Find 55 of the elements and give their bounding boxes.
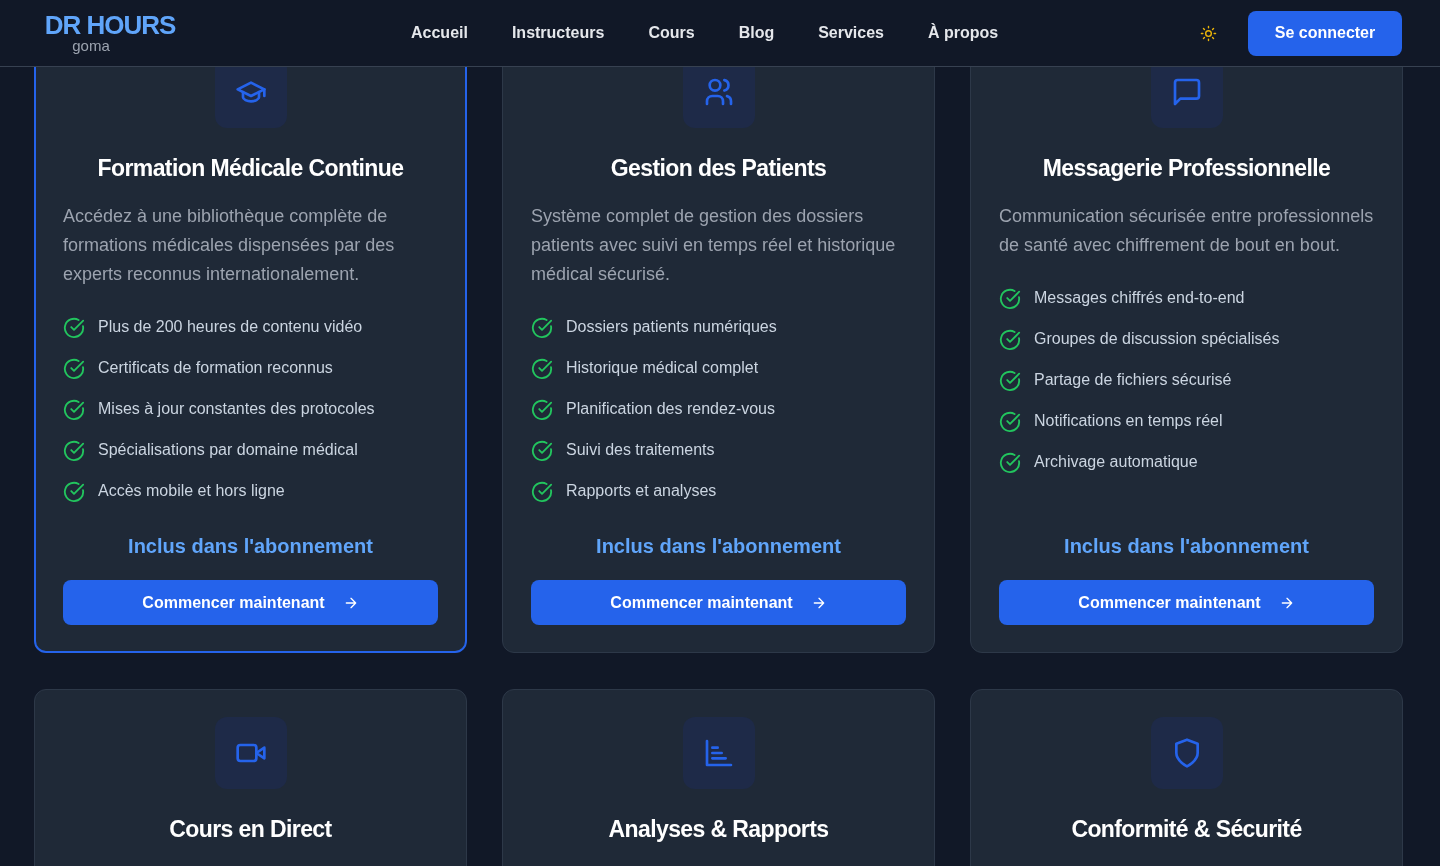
- feature-text: Spécialisations par domaine médical: [98, 439, 358, 460]
- sun-icon[interactable]: [1200, 24, 1217, 42]
- check-circle-icon: [63, 399, 85, 421]
- check-circle-icon: [999, 452, 1021, 474]
- check-circle-icon: [999, 288, 1021, 310]
- nav-link[interactable]: À propos: [928, 24, 999, 42]
- start-button[interactable]: Commencer maintenant: [999, 580, 1374, 625]
- check-circle-icon: [999, 370, 1021, 392]
- logo-text[interactable]: DR HOURS: [44, 11, 176, 38]
- nav-link[interactable]: Accueil: [411, 24, 468, 42]
- check-circle-icon: [63, 317, 85, 339]
- card-title: Analyses & Rapports: [608, 816, 829, 843]
- feature-text: Partage de fichiers sécurisé: [1034, 369, 1232, 390]
- feature-text: Mises à jour constantes des protocoles: [98, 398, 375, 419]
- start-button[interactable]: Commencer maintenant: [531, 580, 906, 625]
- pricing-label: Inclus dans l'abonnement: [596, 534, 841, 558]
- check-circle-icon: [999, 411, 1021, 433]
- nav-link[interactable]: Instructeurs: [511, 24, 605, 42]
- card-title: Cours en Direct: [169, 816, 332, 843]
- check-circle-icon: [63, 358, 85, 380]
- card-description: Système complet de gestion des dossiers patients avec suivi en temps réel et historique médical sécurisé.: [531, 205, 897, 286]
- pricing-label: Inclus dans l'abonnement: [1064, 534, 1309, 558]
- check-circle-icon: [999, 329, 1021, 351]
- feature-text: Rapports et analyses: [566, 480, 717, 501]
- check-circle-icon: [531, 440, 553, 462]
- card-title: Messagerie Professionnelle: [1042, 155, 1331, 182]
- card-description: Accédez à une bibliothèque complète de formations médicales dispensées par des experts reconnus internationalement.: [63, 205, 396, 286]
- check-circle-icon: [531, 399, 553, 421]
- nav-link[interactable]: Blog: [738, 24, 775, 42]
- feature-text: Certificats de formation reconnus: [98, 357, 333, 378]
- feature-text: Accès mobile et hors ligne: [98, 480, 285, 501]
- feature-text: Groupes de discussion spécialisés: [1034, 328, 1280, 349]
- check-circle-icon: [63, 440, 85, 462]
- start-button[interactable]: Commencer maintenant: [63, 580, 438, 625]
- login-button[interactable]: Se connecter: [1248, 10, 1402, 56]
- card-title: Formation Médicale Continue: [97, 155, 404, 182]
- check-circle-icon: [531, 358, 553, 380]
- feature-text: Messages chiffrés end-to-end: [1034, 287, 1245, 308]
- feature-text: Suivi des traitements: [566, 439, 715, 460]
- feature-text: Dossiers patients numériques: [566, 316, 777, 337]
- card-title: Gestion des Patients: [610, 155, 827, 182]
- check-circle-icon: [531, 317, 553, 339]
- feature-text: Archivage automatique: [1034, 451, 1198, 472]
- nav-link[interactable]: Services: [818, 24, 884, 42]
- logo-subtitle: goma: [72, 37, 110, 55]
- feature-text: Notifications en temps réel: [1034, 410, 1223, 431]
- card-title: Conformité & Sécurité: [1071, 816, 1302, 843]
- feature-text: Historique médical complet: [566, 357, 759, 378]
- check-circle-icon: [531, 481, 553, 503]
- check-circle-icon: [63, 481, 85, 503]
- feature-text: Plus de 200 heures de contenu vidéo: [98, 316, 363, 337]
- pricing-label: Inclus dans l'abonnement: [128, 534, 373, 558]
- nav-link[interactable]: Cours: [648, 24, 695, 42]
- feature-text: Planification des rendez-vous: [566, 398, 775, 419]
- card-description: Communication sécurisée entre professionnels de santé avec chiffrement de bout en bout.: [999, 205, 1374, 257]
